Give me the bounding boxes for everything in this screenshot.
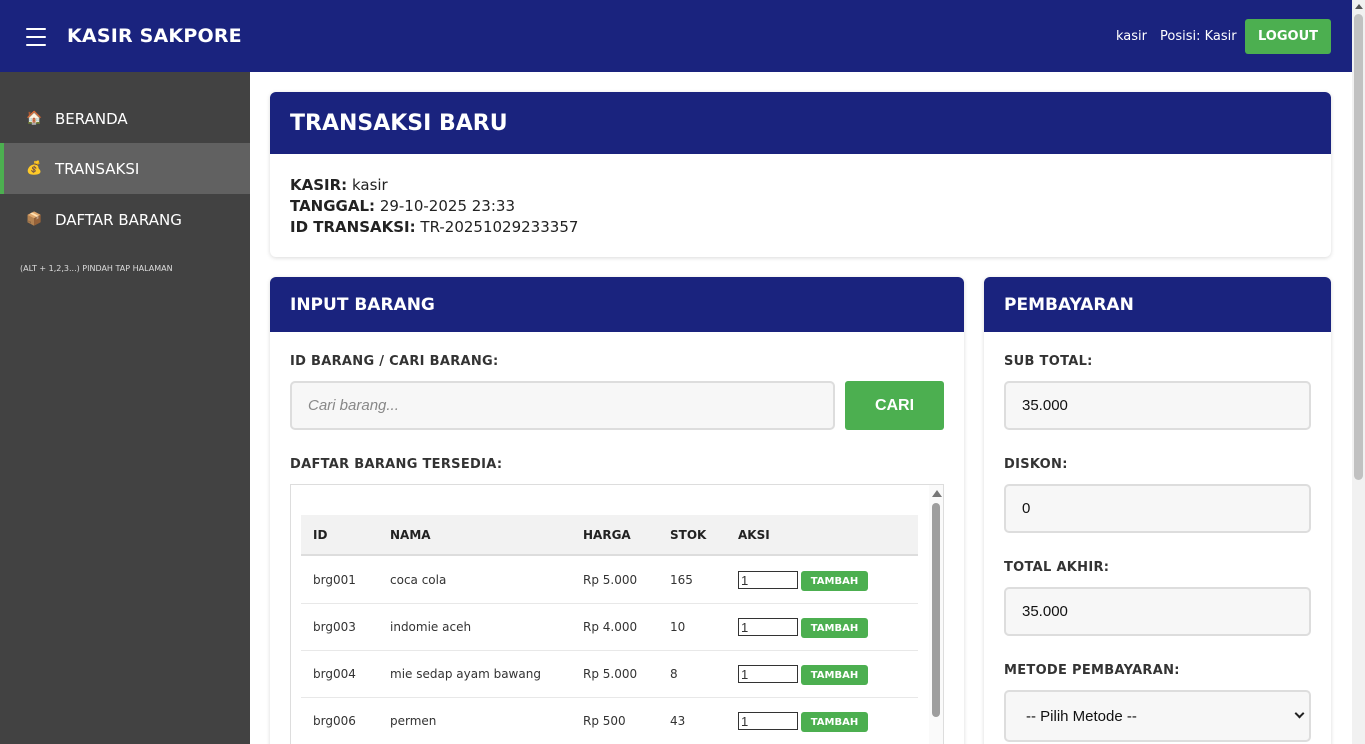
shortcut-hint: (ALT + 1,2,3...) PINDAH TAP HALAMAN (20, 264, 173, 273)
scroll-up-arrow-icon[interactable] (1355, 4, 1363, 9)
quantity-input[interactable]: 1 (738, 665, 798, 683)
package-icon: 📦 (26, 211, 43, 227)
sidebar: 🏠 BERANDA 💰 TRANSAKSI 📦 DAFTAR BARANG (A… (0, 72, 250, 744)
cashier-value: kasir (351, 176, 388, 194)
table-header: ID NAMA HARGA STOK AKSI (301, 515, 918, 556)
column-header-harga: HARGA (583, 527, 631, 542)
payment-method-select[interactable]: -- Pilih Metode -- (1004, 690, 1311, 742)
quantity-input[interactable]: 1 (738, 712, 798, 730)
page-scrollbar[interactable] (1352, 0, 1365, 744)
item-price: Rp 5.000 (583, 573, 638, 587)
item-name: coca cola (390, 573, 447, 587)
sidebar-item-label: TRANSAKSI (55, 159, 140, 178)
transaction-title: TRANSAKSI BARU (270, 92, 1331, 154)
table-row: brg004 mie sedap ayam bawang Rp 5.000 8 … (301, 651, 918, 698)
item-id: brg003 (313, 620, 356, 634)
payment-card: PEMBAYARAN SUB TOTAL: 35.000 DISKON: 0 T… (984, 277, 1331, 744)
item-id: brg006 (313, 714, 356, 728)
payment-method-label: METODE PEMBAYARAN: (1004, 663, 1180, 678)
discount-label: DISKON: (1004, 457, 1068, 472)
search-input[interactable]: Cari barang... (290, 381, 835, 430)
top-bar: KASIR SAKPORE kasir Posisi: Kasir LOGOUT (0, 0, 1352, 72)
items-table: ID NAMA HARGA STOK AKSI brg001 coca cola… (290, 484, 944, 744)
item-stock: 10 (670, 620, 686, 634)
transaction-id-info: ID TRANSAKSI: TR-20251029233357 (290, 218, 578, 236)
item-stock: 8 (670, 667, 678, 681)
total-field[interactable]: 35.000 (1004, 587, 1311, 636)
sidebar-item-label: DAFTAR BARANG (55, 210, 182, 229)
payment-method-value: -- Pilih Metode -- (1026, 707, 1137, 725)
item-name: permen (390, 714, 437, 728)
column-header-id: ID (313, 527, 328, 542)
table-row: brg003 indomie aceh Rp 4.000 10 1 TAMBAH (301, 604, 918, 651)
payment-title: PEMBAYARAN (984, 277, 1331, 332)
quantity-input[interactable]: 1 (738, 618, 798, 636)
item-stock: 165 (670, 573, 693, 587)
item-id: brg001 (313, 573, 356, 587)
transaction-id-value: TR-20251029233357 (420, 218, 579, 236)
item-price: Rp 5.000 (583, 667, 638, 681)
date-info: TANGGAL: 29-10-2025 23:33 (290, 197, 515, 215)
add-item-button[interactable]: TAMBAH (801, 618, 868, 638)
scroll-thumb[interactable] (932, 503, 940, 717)
quantity-input[interactable]: 1 (738, 571, 798, 589)
sidebar-item-beranda[interactable]: 🏠 BERANDA (0, 93, 250, 144)
subtotal-field[interactable]: 35.000 (1004, 381, 1311, 430)
item-stock: 43 (670, 714, 686, 728)
column-header-aksi: AKSI (738, 527, 770, 542)
date-value: 29-10-2025 23:33 (379, 197, 515, 215)
transaction-id-label: ID TRANSAKSI: (290, 218, 416, 236)
add-item-button[interactable]: TAMBAH (801, 712, 868, 732)
item-id: brg004 (313, 667, 356, 681)
input-barang-card: INPUT BARANG ID BARANG / CARI BARANG: Ca… (270, 277, 964, 744)
item-price: Rp 500 (583, 714, 626, 728)
list-label: DAFTAR BARANG TERSEDIA: (290, 457, 503, 472)
search-label: ID BARANG / CARI BARANG: (290, 354, 499, 369)
house-icon: 🏠 (26, 110, 43, 126)
search-button[interactable]: CARI (845, 381, 944, 430)
user-name: kasir (1116, 29, 1147, 44)
discount-field[interactable]: 0 (1004, 484, 1311, 533)
item-name: mie sedap ayam bawang (390, 667, 541, 681)
input-barang-title: INPUT BARANG (270, 277, 964, 332)
menu-icon[interactable] (26, 28, 46, 46)
item-name: indomie aceh (390, 620, 472, 634)
total-label: TOTAL AKHIR: (1004, 560, 1110, 575)
sidebar-item-label: BERANDA (55, 109, 128, 128)
column-header-stok: STOK (670, 527, 707, 542)
cashier-info: KASIR: kasir (290, 176, 388, 194)
search-placeholder: Cari barang... (308, 397, 399, 414)
item-price: Rp 4.000 (583, 620, 638, 634)
cashier-label: KASIR: (290, 176, 348, 194)
logout-button[interactable]: LOGOUT (1245, 19, 1331, 54)
subtotal-label: SUB TOTAL: (1004, 354, 1093, 369)
sidebar-item-transaksi[interactable]: 💰 TRANSAKSI (0, 143, 250, 194)
money-bag-icon: 💰 (26, 160, 43, 176)
sidebar-item-daftar-barang[interactable]: 📦 DAFTAR BARANG (0, 194, 250, 245)
user-position: Posisi: Kasir (1160, 29, 1237, 44)
app-title: KASIR SAKPORE (67, 25, 242, 47)
add-item-button[interactable]: TAMBAH (801, 665, 868, 685)
page-scroll-thumb[interactable] (1354, 14, 1363, 480)
column-header-nama: NAMA (390, 527, 431, 542)
scroll-up-arrow-icon[interactable] (932, 490, 942, 497)
transaction-card: TRANSAKSI BARU KASIR: kasir TANGGAL: 29-… (270, 92, 1331, 257)
table-scrollbar[interactable] (929, 485, 943, 744)
chevron-down-icon (1294, 708, 1305, 719)
table-row: brg006 permen Rp 500 43 1 TAMBAH (301, 698, 918, 744)
date-label: TANGGAL: (290, 197, 376, 215)
add-item-button[interactable]: TAMBAH (801, 571, 868, 591)
table-row: brg001 coca cola Rp 5.000 165 1 TAMBAH (301, 557, 918, 604)
